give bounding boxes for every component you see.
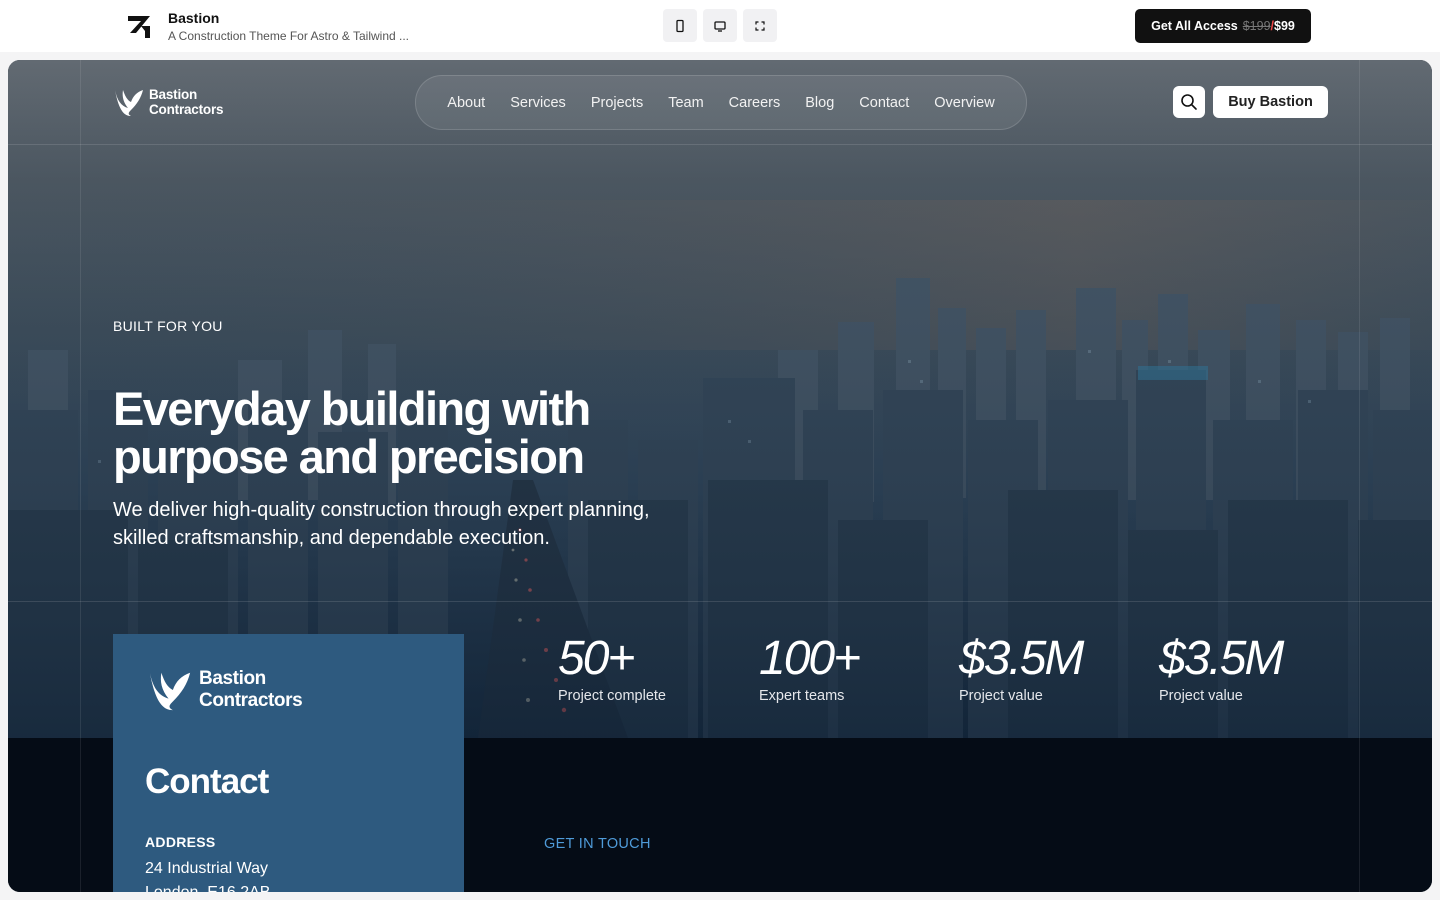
get-in-touch-label: GET IN TOUCH <box>544 836 651 852</box>
contact-card: Bastion Contractors Contact ADDRESS 24 I… <box>113 634 464 892</box>
hero-eyebrow: BUILT FOR YOU <box>113 318 223 334</box>
fullscreen-icon <box>755 20 765 31</box>
brand-line-2: Contractors <box>149 102 224 117</box>
nav-team[interactable]: Team <box>668 95 703 111</box>
contact-title: Contact <box>145 762 269 801</box>
preview-bar: Bastion A Construction Theme For Astro &… <box>0 0 1440 52</box>
hero-subline: We deliver high-quality construction thr… <box>113 499 650 549</box>
brand-line-2: Contractors <box>199 690 303 711</box>
bird-logo-icon <box>115 90 143 116</box>
nav-about[interactable]: About <box>447 95 485 111</box>
card-logo: Bastion Contractors <box>147 666 303 714</box>
price-old: $199 <box>1242 19 1271 33</box>
stat-item: 100+ Expert teams <box>759 632 949 704</box>
stats-divider <box>8 601 1432 602</box>
search-icon <box>1181 94 1197 110</box>
stat-value: $3.5M <box>959 632 1084 685</box>
address-line-2: London, E16 2AB <box>145 884 270 892</box>
search-button[interactable] <box>1173 86 1205 118</box>
site-logo[interactable]: Bastion Contractors <box>113 86 224 118</box>
stat-label: Project value <box>959 688 1043 704</box>
stat-item: $3.5M Project value <box>959 632 1149 704</box>
price-new: $99 <box>1274 19 1295 33</box>
mobile-view-button[interactable] <box>663 9 697 42</box>
brand-line-1: Bastion <box>149 87 198 102</box>
theme-subtitle: A Construction Theme For Astro & Tailwin… <box>168 29 409 43</box>
nav-careers[interactable]: Careers <box>729 95 781 111</box>
nav-blog[interactable]: Blog <box>805 95 834 111</box>
bird-logo-icon <box>149 672 191 711</box>
address-label: ADDRESS <box>145 834 216 850</box>
desktop-view-button[interactable] <box>703 9 737 42</box>
site-preview-frame: Bastion Contractors About Services Proje… <box>8 60 1432 892</box>
theme-title: Bastion <box>168 10 220 26</box>
header-divider <box>8 144 1432 145</box>
buy-bastion-button[interactable]: Buy Bastion <box>1213 86 1328 118</box>
site-brand-name: Bastion Contractors <box>149 87 224 117</box>
address-line-1: 24 Industrial Way <box>145 860 269 877</box>
grid-line <box>1359 60 1360 892</box>
nav-overview[interactable]: Overview <box>934 95 994 111</box>
access-label: Get All Access <box>1151 19 1238 33</box>
stat-value: $3.5M <box>1159 632 1284 685</box>
nav-projects[interactable]: Projects <box>591 95 643 111</box>
card-brand-name: Bastion Contractors <box>199 668 303 712</box>
nav-services[interactable]: Services <box>510 95 566 111</box>
stat-item: 50+ Project complete <box>558 632 748 704</box>
stat-label: Expert teams <box>759 688 845 704</box>
nav-contact[interactable]: Contact <box>859 95 909 111</box>
brand-line-1: Bastion <box>199 668 266 689</box>
grid-line <box>80 60 81 892</box>
stat-label: Project complete <box>558 688 666 704</box>
mobile-view-icon <box>676 19 684 32</box>
main-nav: About Services Projects Team Careers Blo… <box>415 75 1027 130</box>
stat-value: 100+ <box>759 632 861 685</box>
stat-label: Project value <box>1159 688 1243 704</box>
stat-value: 50+ <box>558 632 635 685</box>
desktop-view-icon <box>714 20 726 32</box>
theme-logo-icon[interactable] <box>126 13 154 39</box>
stat-item: $3.5M Project value <box>1159 632 1349 704</box>
hero-headline: Everyday building with purpose and preci… <box>113 382 591 483</box>
get-all-access-button[interactable]: Get All Access $199/$99 <box>1135 9 1311 43</box>
fullscreen-button[interactable] <box>743 9 777 42</box>
